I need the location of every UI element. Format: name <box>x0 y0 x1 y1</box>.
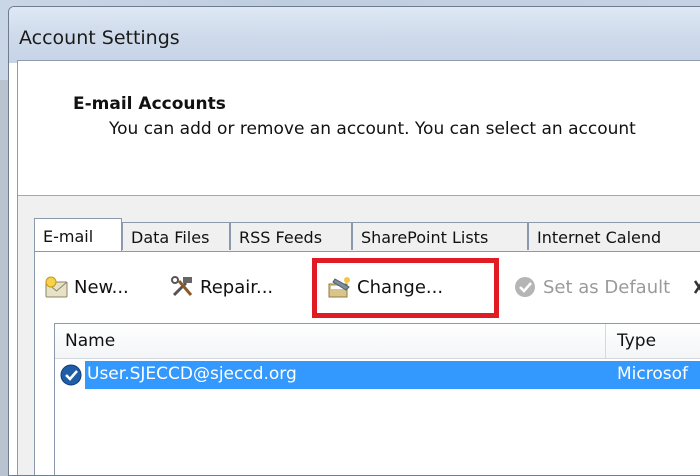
new-button[interactable]: New... <box>44 272 129 302</box>
tab-rss-feeds[interactable]: RSS Feeds <box>230 222 352 250</box>
column-header-name[interactable]: Name <box>65 331 115 351</box>
title-bar[interactable]: Account Settings <box>9 7 700 63</box>
tab-strip: E-mail Data Files RSS Feeds SharePoint L… <box>34 218 700 254</box>
tab-data-files[interactable]: Data Files <box>122 222 230 250</box>
list-header: Name Type <box>55 324 700 359</box>
account-list[interactable]: Name Type User.SJECCD@sjeccd.org Microso… <box>54 323 700 475</box>
account-name: User.SJECCD@sjeccd.org <box>87 364 297 384</box>
dialog-body: E-mail Accounts You can add or remove an… <box>17 60 700 475</box>
tab-sharepoint-lists[interactable]: SharePoint Lists <box>352 222 528 250</box>
tab-label: Internet Calend <box>537 228 662 247</box>
column-header-type[interactable]: Type <box>617 331 656 351</box>
tab-label: Data Files <box>131 228 210 247</box>
remove-x-icon <box>691 275 700 299</box>
set-as-default-button[interactable]: Set as Default <box>513 272 670 302</box>
highlight-box <box>312 258 499 318</box>
tab-label: RSS Feeds <box>239 228 323 247</box>
set-as-default-label: Set as Default <box>543 276 671 298</box>
section-title: E-mail Accounts <box>73 94 226 114</box>
repair-tools-icon <box>170 275 196 299</box>
remove-button[interactable] <box>691 272 700 302</box>
account-row[interactable]: User.SJECCD@sjeccd.org Microsof <box>55 361 700 389</box>
tab-label: E-mail <box>43 227 94 246</box>
default-account-check-icon <box>60 364 82 386</box>
tab-panel-area: E-mail Data Files RSS Feeds SharePoint L… <box>18 196 700 475</box>
new-mail-icon <box>44 275 70 299</box>
window-title: Account Settings <box>19 27 180 49</box>
tab-label: SharePoint Lists <box>361 228 489 247</box>
tab-internet-calendars[interactable]: Internet Calend <box>528 222 700 250</box>
column-divider <box>605 324 606 358</box>
tab-email[interactable]: E-mail <box>34 218 122 251</box>
account-settings-dialog: Account Settings E-mail Accounts You can… <box>8 6 700 476</box>
account-type: Microsof <box>617 364 688 384</box>
check-circle-icon <box>513 275 539 299</box>
repair-button-label: Repair... <box>200 276 274 298</box>
email-tab-content: New... Repair... Change... Set as Defaul… <box>34 252 700 475</box>
new-button-label: New... <box>74 276 129 298</box>
section-description: You can add or remove an account. You ca… <box>109 119 636 139</box>
repair-button[interactable]: Repair... <box>170 272 273 302</box>
